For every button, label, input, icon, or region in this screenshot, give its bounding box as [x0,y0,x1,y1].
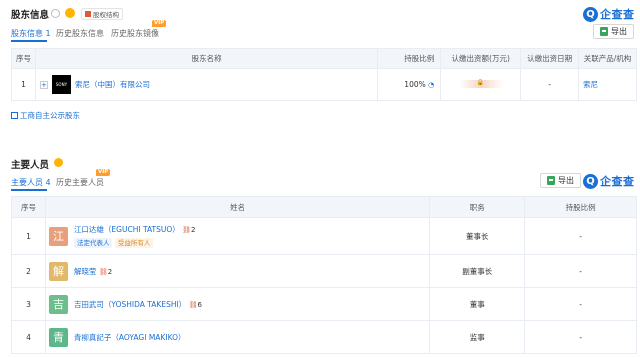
ratio-cell: 100% ◔ [377,68,442,101]
tab-key-personnel[interactable]: 主要人员 4 [11,177,51,188]
avatar: 青 [48,327,68,347]
col-ratio: 持股比例 [524,196,637,218]
row-index: 1 [11,217,46,255]
lock-icon: 🔒 [476,78,485,86]
avatar: 解 [48,261,68,281]
logo-text: 企查查 [600,8,635,21]
bell-icon[interactable] [54,158,63,167]
table-row: 1 + SONY 索尼（中国）有限公司 100% ◔ 🔒 - 索尼 [11,68,637,101]
tab-historical-shareholders[interactable]: 历史股东信息 [56,28,104,39]
person-name-cell: 解 解晓莹 ⛓2 [44,254,431,288]
ratio-cell: - [524,287,637,321]
active-tab-indicator [11,40,47,42]
info-icon[interactable] [51,9,60,18]
export-button[interactable]: 导出 [593,24,634,39]
col-index: 序号 [11,196,46,218]
col-name: 姓名 [44,196,431,218]
col-date: 认缴出资日期 [520,48,580,69]
position-cell: 董事长 [429,217,526,255]
tab-label: 股东信息 [11,29,43,38]
excel-icon [600,27,608,36]
ratio-cell: - [524,254,637,288]
row-index: 1 [11,68,36,101]
relation-count: 2 [107,267,113,276]
personnel-section-title: 主要人员 [11,160,50,171]
table-row: 2 解 解晓莹 ⛓2 副董事长 - [11,254,637,288]
ratio-cell: - [524,320,637,354]
ratio-value: 100% [404,80,426,89]
personnel-table: 序号 姓名 职务 持股比例 1 江 江口达雄（EGUCHI TATSUO） ⛓2… [11,196,637,354]
amount-cell: 🔒 [440,68,522,101]
tab-historical-personnel[interactable]: 历史主要人员 [56,177,104,188]
col-amount: 认缴出资额(万元) [440,48,522,69]
document-icon [11,112,18,119]
col-index: 序号 [11,48,36,69]
tab-shareholder-mirror[interactable]: 历史股东镜像 [111,28,159,39]
position-cell: 董事 [429,287,526,321]
person-name-cell: 江 江口达雄（EGUCHI TATSUO） ⛓2 法定代表人 受益所有人 [44,217,431,255]
person-name-link[interactable]: 江口达雄（EGUCHI TATSUO） [74,225,180,234]
col-ratio: 持股比例 [377,48,442,69]
row-index: 4 [11,320,46,354]
table-row: 1 江 江口达雄（EGUCHI TATSUO） ⛓2 法定代表人 受益所有人 董… [11,217,637,255]
qichacha-logo: Q 企查查 [583,173,635,189]
active-tab-indicator [11,189,47,191]
tab-count: 1 [45,29,51,38]
avatar: 吉 [48,294,68,314]
company-logo: SONY [51,75,71,94]
public-shareholder-link[interactable]: 工商自主公示股东 [11,110,80,121]
col-related: 关联产品/机构 [578,48,637,69]
table-row: 4 青 青柳真記子（AOYAGI MAKIKO） 监事 - [11,320,637,354]
tag-legal-rep: 法定代表人 [73,238,113,248]
equity-structure-button[interactable]: 股权结构 [81,8,123,20]
avatar: 江 [48,226,68,246]
col-position: 职务 [429,196,526,218]
person-name-link[interactable]: 解晓莹 [74,267,97,276]
relation-count: 2 [191,226,196,234]
row-index: 3 [11,287,46,321]
logo-text: 企查查 [600,175,635,188]
vip-badge: VIP [96,169,111,176]
col-shareholder-name: 股东名称 [34,48,379,69]
position-cell: 副董事长 [429,254,526,288]
amount-blurred[interactable]: 🔒 [458,78,503,88]
tab-label: 主要人员 [11,178,43,187]
export-label: 导出 [611,27,627,36]
date-cell: - [520,68,580,101]
shareholder-table: 序号 股东名称 持股比例 认缴出资额(万元) 认缴出资日期 关联产品/机构 1 … [11,48,637,101]
qichacha-logo: Q 企查查 [583,6,635,22]
relation-icon[interactable]: ⛓ [99,268,108,276]
related-cell: 索尼 [578,68,637,101]
position-cell: 监事 [429,320,526,354]
person-name-cell: 吉 吉田武司（YOSHIDA TAKESHI） ⛓6 [44,287,431,321]
ratio-cell: - [524,217,637,255]
footnote-label: 工商自主公示股东 [20,111,80,120]
tab-count: 4 [45,178,51,187]
logo-badge-icon: Q [583,173,598,189]
relation-icon[interactable]: ⛓ [182,226,191,234]
person-name-cell: 青 青柳真記子（AOYAGI MAKIKO） [44,320,431,354]
bell-icon[interactable] [65,8,75,18]
excel-icon [547,176,555,185]
expand-icon[interactable]: + [39,80,48,89]
person-name-link[interactable]: 吉田武司（YOSHIDA TAKESHI） [74,300,186,309]
export-label: 导出 [558,176,574,185]
logo-badge-icon: Q [583,6,598,22]
tag-beneficial-owner: 受益所有人 [114,238,154,248]
row-index: 2 [11,254,46,288]
related-link[interactable]: 索尼 [583,80,598,89]
ratio-chart-icon[interactable]: ◔ [428,81,434,89]
equity-structure-label: 股权结构 [93,11,119,19]
equity-icon [85,11,91,17]
tab-shareholder-info[interactable]: 股东信息 1 [11,28,51,39]
table-row: 3 吉 吉田武司（YOSHIDA TAKESHI） ⛓6 董事 - [11,287,637,321]
export-button[interactable]: 导出 [540,173,581,188]
person-name-link[interactable]: 青柳真記子（AOYAGI MAKIKO） [74,333,186,342]
shareholder-name-link[interactable]: 索尼（中国）有限公司 [75,79,150,90]
vip-badge: VIP [152,20,167,27]
relation-count: 6 [197,300,202,309]
shareholder-name-cell: + SONY 索尼（中国）有限公司 [34,68,379,101]
shareholder-section-title: 股东信息 [11,10,50,21]
